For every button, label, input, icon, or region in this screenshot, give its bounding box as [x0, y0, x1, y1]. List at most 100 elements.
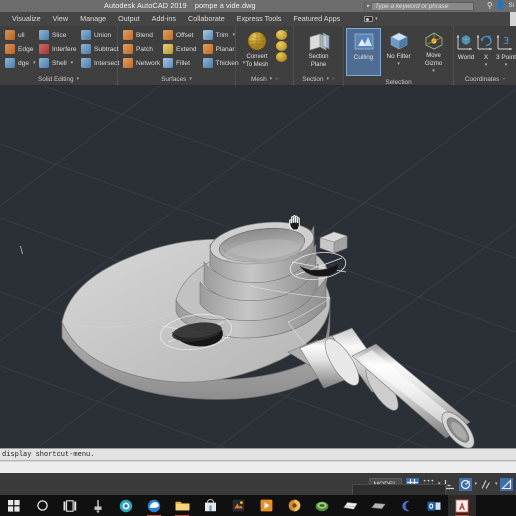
ucs-3point-icon: 3	[496, 31, 516, 53]
command-surface-fillet[interactable]: Fillet	[160, 56, 200, 70]
chevron-down-icon[interactable]: ▾	[375, 16, 378, 22]
tab-collaborate[interactable]: Collaborate	[182, 12, 231, 26]
camera-menu-button[interactable]: ▾	[364, 16, 378, 22]
button-ucs-x-label: X	[483, 54, 489, 61]
tab-add-ins[interactable]: Add-ins	[146, 12, 182, 26]
fillet-icon	[163, 58, 173, 68]
chevron-down-icon[interactable]: ▾	[432, 68, 435, 76]
button-ucs-x[interactable]: x X ▾	[476, 29, 496, 73]
photo-editor-icon[interactable]	[224, 495, 252, 516]
chevron-down-icon[interactable]: ▾	[485, 62, 488, 70]
white-doc-icon[interactable]	[336, 495, 364, 516]
command-interfere[interactable]: Interfere	[36, 42, 78, 56]
drawing-viewport[interactable]: \	[0, 86, 516, 448]
search-dropdown-icon[interactable]: ▸	[365, 1, 372, 11]
panel-mesh-label-text: Mesh	[251, 76, 267, 83]
command-intersect[interactable]: Intersect	[78, 56, 120, 70]
teams-icon[interactable]	[392, 495, 420, 516]
command-surface-blend[interactable]: Blend	[120, 28, 160, 42]
command-surface-network[interactable]: Network	[120, 56, 160, 70]
chevron-down-icon[interactable]: ▾	[397, 61, 400, 69]
panel-dialog-launcher-icon[interactable]: »	[275, 73, 278, 86]
command-shell[interactable]: Shell ▾	[36, 56, 78, 70]
button-section-plane[interactable]: Section Plane	[300, 29, 338, 73]
microsoft-store-icon[interactable]	[196, 495, 224, 516]
cortana-search-icon[interactable]	[28, 495, 56, 516]
tab-express-tools[interactable]: Express Tools	[231, 12, 288, 26]
smooth-less-icon[interactable]: −	[276, 39, 288, 51]
chevron-down-icon[interactable]: ▾	[474, 481, 477, 487]
panel-mesh: Convert To Mesh + − Mesh ▾ »	[236, 26, 294, 86]
refine-mesh-icon[interactable]	[276, 52, 287, 62]
object-snap-toggle[interactable]	[479, 478, 492, 491]
start-button[interactable]	[0, 495, 28, 516]
chevron-down-icon[interactable]: ▾	[327, 73, 330, 86]
command-surface-extend[interactable]: Extend	[160, 42, 200, 56]
command-subtract[interactable]: Subtract	[78, 42, 120, 56]
panel-solid-editing-label[interactable]: Solid Editing ▾	[0, 73, 117, 86]
tab-view[interactable]: View	[47, 12, 74, 26]
user-icon[interactable]: 👤	[496, 1, 506, 11]
annotation-scale-toggle[interactable]	[500, 477, 513, 491]
button-no-filter[interactable]: No Filter ▾	[381, 28, 416, 76]
solid-edge-icon	[5, 44, 15, 54]
chevron-down-icon[interactable]: ▾	[189, 73, 192, 86]
command-taper-edge[interactable]: dge ▾	[2, 56, 36, 70]
command-presspull[interactable]: ull	[2, 28, 36, 42]
command-slice-label: Slice	[52, 31, 67, 39]
outlook-icon[interactable]	[420, 495, 448, 516]
green-app-icon[interactable]	[308, 495, 336, 516]
chevron-down-icon[interactable]: ▾	[270, 73, 273, 86]
signin-icon[interactable]: Si	[509, 1, 514, 11]
button-convert-to-mesh-label-1: Convert	[246, 54, 268, 60]
autocad-icon[interactable]	[448, 495, 476, 516]
panel-section-label[interactable]: Section ▾ »	[294, 73, 343, 86]
file-explorer-icon[interactable]	[168, 495, 196, 516]
chevron-down-icon[interactable]: ▾	[505, 62, 508, 70]
vacuum-pump-model[interactable]	[0, 86, 516, 448]
command-union[interactable]: Union	[78, 28, 120, 42]
interfere-icon	[39, 44, 49, 54]
edge-browser-icon[interactable]	[140, 495, 168, 516]
antivirus-icon[interactable]	[112, 495, 140, 516]
button-move-gizmo[interactable]: Move Gizmo ▾	[416, 28, 451, 76]
panel-dialog-launcher-icon[interactable]: »	[502, 73, 505, 86]
binoculars-icon[interactable]: ⚲	[487, 1, 493, 11]
extend-icon	[163, 44, 173, 54]
chevron-down-icon[interactable]: ▾	[77, 73, 80, 86]
button-culling[interactable]: Culling	[346, 28, 382, 76]
camera-icon	[364, 16, 374, 22]
command-intersect-label: Intersect	[94, 59, 120, 67]
command-surface-patch[interactable]: Patch	[120, 42, 160, 56]
tab-output[interactable]: Output	[112, 12, 146, 26]
grey-slab-icon[interactable]	[364, 495, 392, 516]
image-viewer-icon[interactable]	[280, 495, 308, 516]
ribbon-panels: ull Edge dge ▾ Slice Interfere Shell ▾ U…	[0, 26, 516, 86]
button-world-ucs[interactable]: World	[456, 29, 476, 73]
thicken-icon	[202, 58, 213, 68]
command-union-label: Union	[94, 31, 112, 39]
command-extrude-edge[interactable]: Edge	[2, 42, 36, 56]
command-surface-offset[interactable]: Offset	[160, 28, 200, 42]
media-player-icon[interactable]	[252, 495, 280, 516]
tab-visualize[interactable]: Visualize	[0, 12, 47, 26]
chevron-down-icon[interactable]: ▾	[495, 481, 498, 487]
panel-surfaces-label[interactable]: Surfaces ▾	[118, 73, 235, 86]
button-ucs-3point[interactable]: 3 3 Point ▾	[496, 29, 516, 73]
command-surface-trim-label: Trim	[215, 31, 229, 39]
patch-icon	[123, 44, 133, 54]
snipping-tool-icon[interactable]	[84, 495, 112, 516]
chevron-down-icon[interactable]: ▾	[232, 32, 235, 38]
mesh-small-buttons: + −	[276, 29, 288, 73]
chevron-down-icon[interactable]: ▾	[71, 60, 74, 66]
panel-dialog-launcher-icon[interactable]: »	[332, 73, 335, 86]
help-search-box[interactable]: ▸ Type a keyword or phrase	[364, 1, 474, 11]
polar-tracking-toggle[interactable]	[458, 477, 472, 491]
button-convert-to-mesh[interactable]: Convert To Mesh	[238, 29, 276, 73]
tab-manage[interactable]: Manage	[74, 12, 112, 26]
command-slice[interactable]: Slice	[36, 28, 78, 42]
task-view-icon[interactable]	[56, 495, 84, 516]
tab-featured-apps[interactable]: Featured Apps	[287, 12, 346, 26]
panel-mesh-label[interactable]: Mesh ▾ »	[236, 73, 293, 86]
svg-text:x: x	[488, 34, 492, 41]
